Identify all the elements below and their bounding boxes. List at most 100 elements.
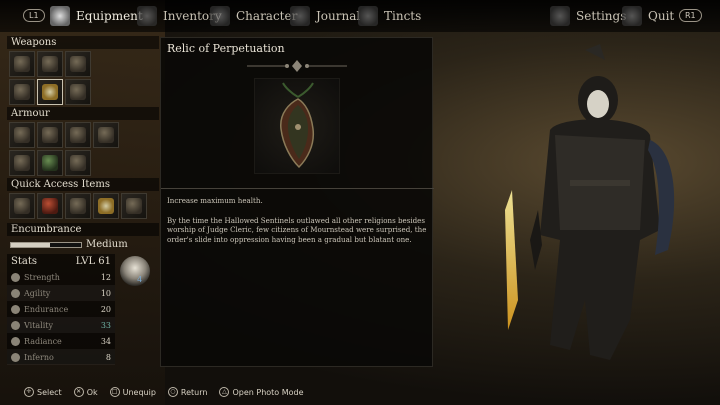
stat-row-endurance: Endurance 20: [7, 301, 115, 317]
encumbrance-label: Medium: [86, 239, 128, 250]
relic-icon: [42, 84, 58, 100]
quick-access-title: Quick Access Items: [7, 178, 159, 191]
stat-value: 8: [105, 352, 111, 362]
settings-icon: [550, 6, 570, 26]
tab-journal[interactable]: Journal: [290, 0, 360, 32]
stat-value: 20: [100, 304, 111, 314]
armour-slot[interactable]: [65, 122, 91, 148]
tab-equipment[interactable]: Equipment: [50, 0, 143, 32]
armour-row-2: [9, 150, 159, 176]
item-detail-panel: Relic of Perpetuation Increase maximum h…: [160, 37, 434, 367]
ring-icon: [70, 155, 86, 171]
tab-character[interactable]: Character: [210, 0, 297, 32]
weapon-slot[interactable]: [37, 51, 63, 77]
return-hint[interactable]: ○ Return: [167, 387, 208, 397]
accessory-slot[interactable]: [9, 150, 35, 176]
tab-quit-label: Quit: [648, 9, 675, 23]
tab-settings[interactable]: Settings: [550, 0, 626, 32]
tab-inventory[interactable]: Inventory: [137, 0, 222, 32]
item-effect: Increase maximum health.: [167, 196, 263, 205]
photo-mode-label: Open Photo Mode: [232, 387, 304, 397]
gauntlets-icon: [70, 127, 86, 143]
armour-slot[interactable]: [37, 122, 63, 148]
circle-button-icon: ○: [167, 387, 178, 397]
item-title: Relic of Perpetuation: [167, 42, 285, 55]
quick-item-slot[interactable]: [65, 193, 91, 219]
meat-icon: [42, 198, 58, 214]
skull-badge: 4: [137, 275, 143, 284]
sword-icon: [14, 56, 30, 72]
unequip-hint[interactable]: □ Unequip: [109, 387, 156, 397]
amulet-icon: [42, 155, 58, 171]
weapon-slot[interactable]: [9, 79, 35, 105]
tab-equipment-label: Equipment: [76, 9, 143, 23]
chest-armour-icon: [42, 127, 58, 143]
armour-row-1: [9, 122, 159, 148]
item-description: Increase maximum health. By the time the…: [167, 196, 429, 254]
tinct-icon: [358, 6, 378, 26]
r1-button-hint: R1: [679, 9, 702, 22]
photo-mode-hint[interactable]: △ Open Photo Mode: [219, 387, 304, 397]
ring-slot[interactable]: [65, 79, 91, 105]
quick-item-slot[interactable]: [93, 193, 119, 219]
tab-tincts-label: Tincts: [384, 9, 422, 23]
stat-value: 10: [100, 288, 111, 298]
dpad-icon: ✛: [24, 387, 34, 397]
skull-icon[interactable]: [120, 256, 150, 286]
encumbrance-fill: [11, 242, 50, 247]
item-lore: By the time the Hallowed Sentinels outla…: [167, 215, 427, 244]
ok-hint[interactable]: ✕ Ok: [73, 387, 98, 397]
accessory-slot[interactable]: [37, 150, 63, 176]
tab-quit[interactable]: Quit: [622, 0, 674, 32]
strength-icon: [11, 272, 20, 282]
character-model: [505, 44, 675, 361]
stat-row-radiance: Radiance 34: [7, 333, 115, 349]
lantern-icon: [98, 198, 114, 214]
encumbrance-section: Encumbrance Medium: [7, 223, 159, 253]
stat-value: 12: [100, 272, 111, 282]
description-divider: [161, 188, 434, 189]
quick-item-slot[interactable]: [37, 193, 63, 219]
stats-panel: Stats LVL 61 Strength 12 Agility 10 Endu…: [7, 254, 115, 365]
vitality-icon: [11, 320, 20, 330]
stat-name: Agility: [24, 288, 51, 298]
encumbrance-bar: [10, 241, 82, 248]
square-button-icon: □: [109, 387, 120, 397]
quick-item-slot[interactable]: [121, 193, 147, 219]
stat-value: 34: [100, 336, 111, 346]
relic-icon: [280, 82, 315, 169]
select-hint[interactable]: ✛ Select: [24, 387, 62, 397]
shield-icon: [42, 56, 58, 72]
stat-row-strength: Strength 12: [7, 269, 115, 285]
armour-slot[interactable]: [93, 122, 119, 148]
boots-icon: [98, 127, 114, 143]
stat-name: Strength: [24, 272, 60, 282]
weapon-icon: [14, 84, 30, 100]
weapon-icon: [70, 56, 86, 72]
tab-tincts[interactable]: Tincts: [358, 0, 421, 32]
return-label: Return: [180, 387, 208, 397]
inferno-icon: [11, 352, 20, 362]
stats-title: Stats: [11, 256, 37, 267]
weapons-title: Weapons: [7, 36, 159, 49]
stats-header: Stats LVL 61: [7, 254, 115, 269]
quick-item-slot[interactable]: [9, 193, 35, 219]
stat-row-vitality: Vitality 33: [7, 317, 115, 333]
radiance-icon: [11, 336, 20, 346]
stat-name: Vitality: [24, 320, 54, 330]
encumbrance-row: Medium: [7, 236, 159, 253]
weapon-slot[interactable]: [9, 51, 35, 77]
armour-slot[interactable]: [9, 122, 35, 148]
weapon-slot[interactable]: [65, 51, 91, 77]
relic-artwork: [254, 78, 340, 174]
level-label: LVL 61: [75, 256, 111, 267]
accessory-slot[interactable]: [65, 150, 91, 176]
relic-slot[interactable]: [37, 79, 63, 105]
ring-icon: [70, 84, 86, 100]
stat-name: Inferno: [24, 352, 54, 362]
helmet-icon: [50, 6, 70, 26]
endurance-icon: [11, 304, 20, 314]
ok-label: Ok: [86, 387, 98, 397]
weapons-row-2: [9, 79, 159, 105]
armour-title: Armour: [7, 107, 159, 120]
